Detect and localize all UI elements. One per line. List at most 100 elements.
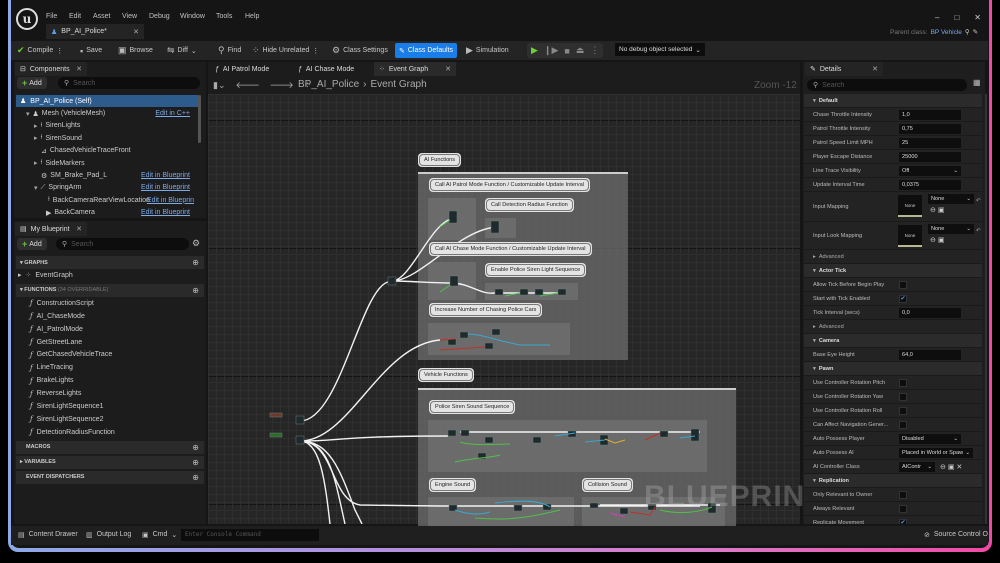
category-header[interactable]: ▾ Default — [804, 94, 982, 108]
property-value: 0,0375 — [902, 181, 920, 188]
checkbox[interactable]: ✔ — [899, 294, 907, 303]
property-row[interactable]: Always Relevant — [804, 502, 982, 516]
property-input[interactable]: 25 — [899, 137, 961, 148]
comment-title-vehicle-functions[interactable]: Vehicle Functions — [418, 368, 474, 382]
checkbox[interactable] — [899, 378, 907, 387]
details-scrollbar[interactable] — [985, 94, 987, 524]
property-input[interactable]: 0,75 — [899, 123, 961, 134]
category-header[interactable]: ▾ Replication — [804, 474, 982, 488]
property-dropdown[interactable]: Placed in World or Spaw ⌄ — [899, 447, 973, 458]
property-row[interactable]: Update Interval Time 0,0375 — [804, 178, 982, 192]
asset-dropdown[interactable]: None ⌄ — [928, 224, 974, 234]
property-row[interactable]: Patrol Speed Limit MPH 25 — [804, 136, 982, 150]
node — [532, 436, 542, 444]
comment-title-collision[interactable]: Collision Sound — [582, 478, 633, 492]
console-input[interactable]: Enter Console Command — [181, 529, 319, 541]
use-selected-icon[interactable]: ⊖ — [930, 237, 936, 244]
property-row[interactable]: Replicate Movement ✔ — [804, 516, 982, 524]
use-selected-icon[interactable]: ⊖ — [940, 464, 946, 471]
property-row[interactable]: Only Relevant to Owner — [804, 488, 982, 502]
details-tab-label: Details — [819, 65, 842, 73]
property-dropdown[interactable]: AIContr ⌄ — [899, 461, 935, 472]
category-header[interactable]: ▾ Pawn — [804, 362, 982, 376]
comment-title-patrol[interactable]: Call AI Patrol Mode Function / Customiza… — [429, 178, 590, 192]
advanced-expander[interactable]: ▸ Advanced — [804, 320, 982, 334]
data-wire — [474, 509, 561, 520]
category-header[interactable]: ▾ Actor Tick — [804, 264, 982, 278]
node — [534, 288, 544, 296]
property-row[interactable]: Tick Interval (secs) 0,0 — [804, 306, 982, 320]
property-row[interactable]: Input Mapping None None ⌄ ⊖ ▣ ↶ — [804, 192, 982, 222]
comment-title-siren-sound[interactable]: Police Siren Sound Sequence — [429, 400, 516, 414]
property-row[interactable]: Base Eye Height 64,0 — [804, 348, 982, 362]
source-control-button[interactable]: ⊘ Source Control O — [924, 531, 988, 539]
details-search-input[interactable]: ⚲ Search — [807, 79, 967, 91]
property-row[interactable]: Start with Tick Enabled ✔ — [804, 292, 982, 306]
reset-icon[interactable]: ↶ — [976, 228, 981, 234]
comment-label: Call AI Chase Mode Function / Customizab… — [430, 243, 591, 255]
property-value: Placed in World or Spaw — [902, 449, 964, 456]
comment-title-increase[interactable]: Increase Number of Chasing Police Cars — [429, 303, 543, 317]
property-row[interactable]: Chase Throttle Intensity 1,0 — [804, 108, 982, 122]
reset-icon[interactable]: ↶ — [976, 198, 981, 204]
category-header[interactable]: ▾ Camera — [804, 334, 982, 348]
node — [447, 338, 457, 346]
property-name: Update Interval Time — [813, 181, 865, 188]
chevron-down-icon: ⌄ — [966, 196, 971, 202]
browse-icon[interactable]: ▣ — [948, 464, 955, 471]
property-input[interactable]: 0,0 — [899, 307, 961, 318]
node — [295, 415, 305, 425]
property-input[interactable]: 0,0375 — [899, 179, 961, 190]
chevron-down-icon: ⌄ — [953, 167, 958, 174]
property-row[interactable]: Auto Possess Player Disabled ⌄ — [804, 432, 982, 446]
node — [269, 412, 283, 418]
property-dropdown[interactable]: Off ⌄ — [899, 165, 961, 176]
checkbox[interactable] — [899, 420, 907, 429]
checkbox[interactable] — [899, 504, 907, 513]
table-view-icon[interactable]: ▦ — [973, 78, 981, 87]
details-tab[interactable]: ✎ Details ✕ — [805, 62, 883, 76]
property-row[interactable]: AI Controller Class AIContr ⌄ ⊖ ▣ ✕ — [804, 460, 982, 474]
comment-title-siren-light[interactable]: Enable Police Siren Light Sequence — [485, 263, 587, 277]
output-log-button[interactable]: ▥ Output Log — [86, 531, 131, 539]
property-row[interactable]: Patrol Throttle Intensity 0,75 — [804, 122, 982, 136]
checkbox[interactable]: ✔ — [899, 518, 907, 524]
comment-title-chase[interactable]: Call AI Chase Mode Function / Customizab… — [429, 242, 592, 256]
property-row[interactable]: Auto Possess AI Placed in World or Spaw ⌄ — [804, 446, 982, 460]
asset-dropdown[interactable]: None ⌄ — [928, 194, 974, 204]
checkbox[interactable] — [899, 280, 907, 289]
property-row[interactable]: Input Look Mapping None None ⌄ ⊖ ▣ ↶ — [804, 222, 982, 250]
property-row[interactable]: Use Controller Rotation Yaw — [804, 390, 982, 404]
browse-folder-icon[interactable]: ▣ — [938, 237, 945, 244]
property-dropdown[interactable]: Disabled ⌄ — [899, 433, 961, 444]
property-input[interactable]: 64,0 — [899, 349, 961, 360]
close-tab-icon[interactable]: ✕ — [872, 65, 878, 73]
property-row[interactable]: Use Controller Rotation Pitch — [804, 376, 982, 390]
chevron-down-icon: ⌄ — [966, 226, 971, 232]
property-row[interactable]: Player Escape Distance 25000 — [804, 150, 982, 164]
node — [459, 331, 469, 339]
property-row[interactable]: Line Trace Visibility Off ⌄ — [804, 164, 982, 178]
property-input[interactable]: 1,0 — [899, 109, 961, 120]
checkbox[interactable] — [899, 490, 907, 499]
asset-thumbnail[interactable]: None — [898, 225, 922, 247]
checkbox[interactable] — [899, 392, 907, 401]
comment-title-engine[interactable]: Engine Sound — [429, 478, 477, 492]
cmd-dropdown[interactable]: ▣ Cmd ⌄ — [142, 531, 177, 539]
comment-title-detection[interactable]: Call Detection Radius Function — [485, 198, 574, 212]
use-selected-icon[interactable]: ⊖ — [930, 207, 936, 214]
advanced-expander[interactable]: ▸ Advanced — [804, 250, 982, 264]
property-input[interactable]: 25000 — [899, 151, 961, 162]
property-row[interactable]: Allow Tick Before Begin Play — [804, 278, 982, 292]
property-name: Use Controller Rotation Roll — [813, 407, 883, 414]
clear-icon[interactable]: ✕ — [956, 464, 962, 471]
asset-thumbnail[interactable]: None — [898, 195, 922, 217]
property-row[interactable]: Use Controller Rotation Roll — [804, 404, 982, 418]
comment-title-ai-functions[interactable]: AI Functions — [418, 153, 462, 167]
content-drawer-button[interactable]: ▤ Content Drawer — [18, 531, 78, 539]
node — [484, 342, 494, 350]
property-row[interactable]: Can Affect Navigation Gener... — [804, 418, 982, 432]
property-name: Start with Tick Enabled — [813, 295, 870, 302]
checkbox[interactable] — [899, 406, 907, 415]
browse-folder-icon[interactable]: ▣ — [938, 207, 945, 214]
